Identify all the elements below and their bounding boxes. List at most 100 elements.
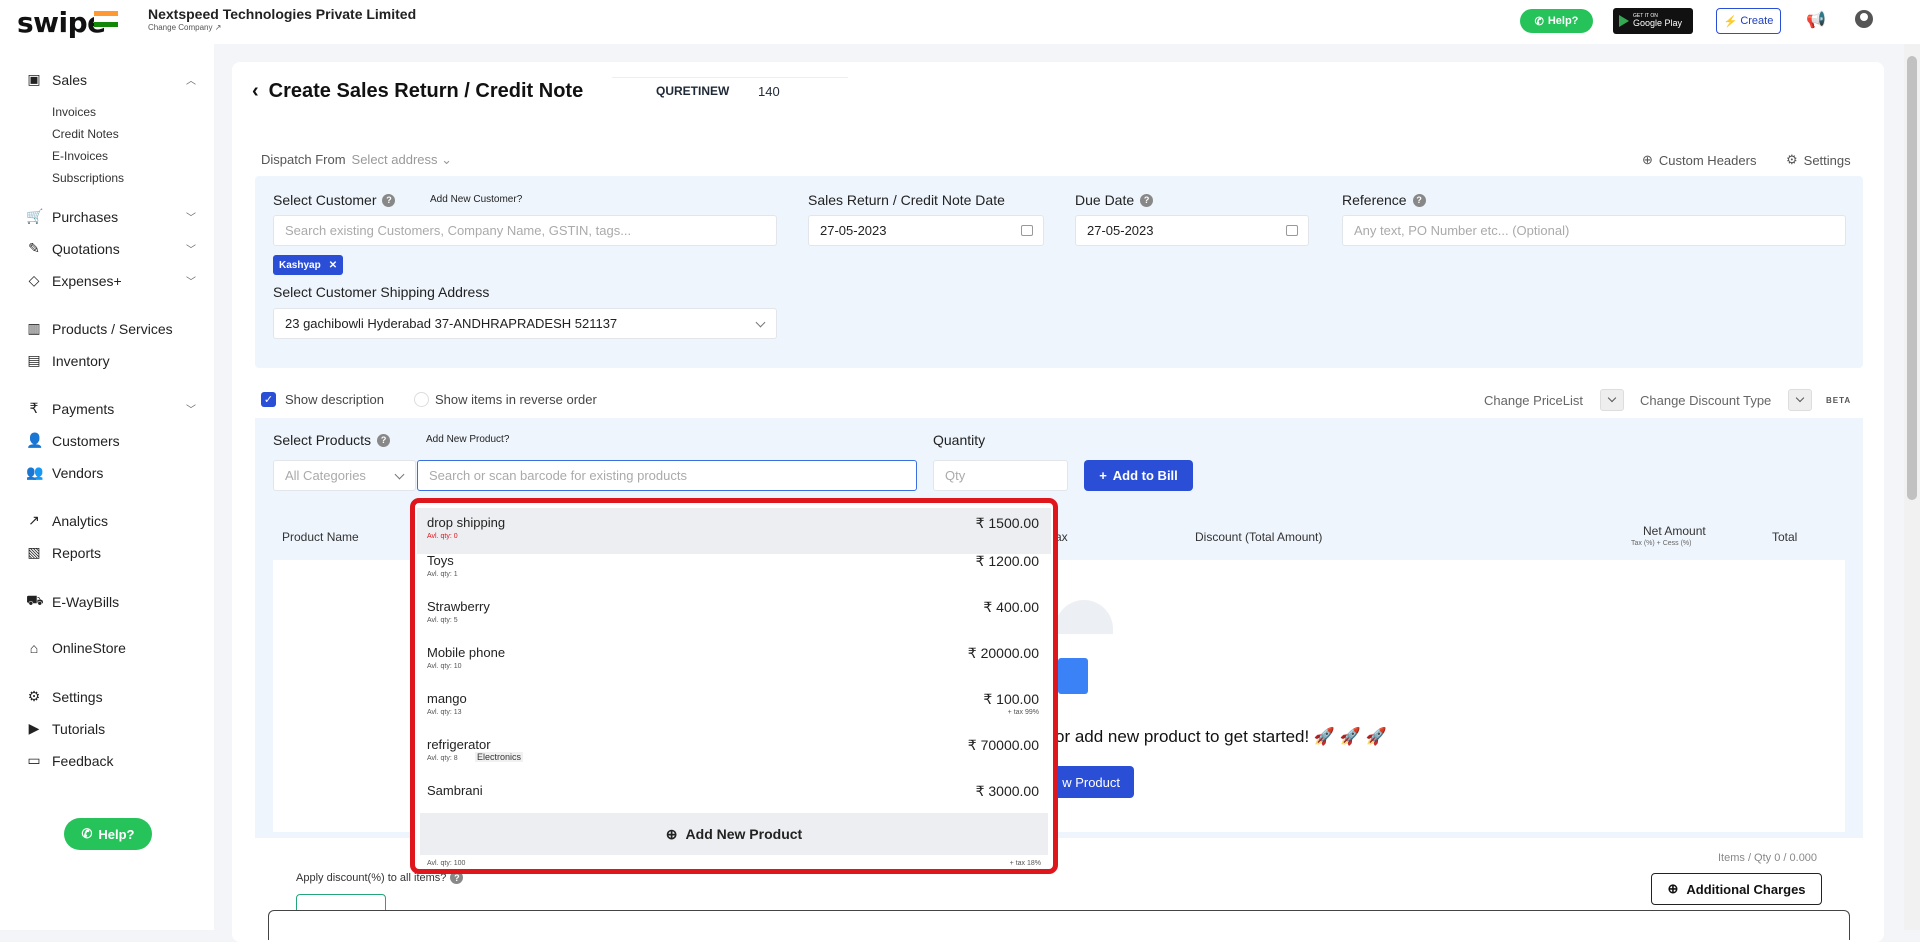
product-search-input[interactable]: Search or scan barcode for existing prod…: [417, 460, 917, 491]
calendar-icon: [1021, 225, 1033, 236]
help-icon[interactable]: ?: [377, 433, 391, 447]
quantity-input[interactable]: Qty: [933, 460, 1068, 491]
dropdown-item[interactable]: mango Avl. qty: 13 ₹ 100.00 + tax 99%: [417, 684, 1051, 730]
sidebar-sub-subscriptions[interactable]: Subscriptions: [52, 171, 124, 185]
create-button[interactable]: ⚡ Create: [1716, 8, 1781, 34]
plus-circle-icon: ⊕: [665, 825, 678, 842]
sidebar-item-reports[interactable]: ▧ Reports: [26, 544, 196, 561]
sidebar-item-sales[interactable]: ▣ Sales ︿: [26, 71, 196, 88]
swipe-logo[interactable]: swipe: [17, 6, 106, 39]
customer-search-input[interactable]: Search existing Customers, Company Name,…: [273, 215, 777, 246]
quantity-label: Quantity: [933, 432, 986, 448]
reverse-order-toggle[interactable]: [414, 392, 429, 407]
sidebar-sub-invoices[interactable]: Invoices: [52, 105, 96, 119]
pricelist-dropdown[interactable]: [1600, 389, 1624, 411]
close-icon[interactable]: ✕: [329, 260, 337, 271]
sidebar-sub-e-invoices[interactable]: E-Invoices: [52, 149, 108, 163]
due-date-input[interactable]: 27-05-2023: [1075, 215, 1309, 246]
gear-icon: ⚙: [1786, 152, 1798, 167]
doc-prefix[interactable]: QURETINEW: [656, 84, 729, 98]
shipping-address-select[interactable]: 23 gachibowli Hyderabad 37-ANDHRAPRADESH…: [273, 308, 777, 339]
additional-charges-button[interactable]: ⊕ Additional Charges: [1651, 873, 1822, 905]
items-qty-summary: Items / Qty 0 / 0.000: [1718, 852, 1818, 864]
sidebar-help-button[interactable]: ✆ Help?: [64, 818, 152, 850]
dropdown-add-new-product[interactable]: ⊕ Add New Product: [420, 813, 1048, 855]
help-icon[interactable]: ?: [382, 193, 396, 207]
whatsapp-icon: ✆: [1534, 15, 1544, 28]
col-net-amount-sub: Tax (%) + Cess (%): [1631, 540, 1692, 547]
sidebar-item-payments[interactable]: ₹ Payments ﹀: [26, 400, 196, 417]
customer-tag[interactable]: Kashyap ✕: [273, 255, 344, 275]
help-icon[interactable]: ?: [1412, 193, 1426, 207]
discount-type-dropdown[interactable]: [1788, 389, 1812, 411]
dropdown-item[interactable]: Mobile phone Avl. qty: 10 ₹ 20000.00: [417, 638, 1051, 684]
show-description-label: Show description: [285, 392, 384, 407]
sidebar-item-ewaybills[interactable]: ⛟ E-WayBills: [26, 592, 196, 611]
chevron-down-icon: ﹀: [186, 245, 196, 256]
pen-icon: ✎: [28, 240, 40, 256]
sidebar-item-vendors[interactable]: 👥 Vendors: [26, 464, 196, 481]
sidebar-item-analytics[interactable]: ↗ Analytics: [26, 512, 196, 529]
add-to-bill-button[interactable]: + Add to Bill: [1084, 460, 1193, 491]
google-play-badge[interactable]: GET IT ON Google Play: [1613, 8, 1693, 34]
truck-icon: ⛟: [26, 592, 44, 608]
sidebar-item-customers[interactable]: 👤 Customers: [26, 432, 196, 449]
doc-number[interactable]: 140: [758, 84, 780, 99]
dropdown-item[interactable]: refrigerator Avl. qty: 8 Electronics ₹ 7…: [417, 730, 1051, 776]
plus-icon: +: [1099, 468, 1107, 483]
sidebar-item-quotations[interactable]: ✎ Quotations ﹀: [26, 240, 196, 257]
people-icon: 👥: [26, 464, 44, 480]
dropdown-footer-qty: Avl. qty: 100: [427, 860, 466, 867]
chevron-down-icon: [755, 317, 766, 328]
settings-link[interactable]: ⚙ Settings: [1786, 152, 1851, 168]
sidebar-item-purchases[interactable]: 🛒 Purchases ﹀: [26, 208, 196, 225]
sidebar-item-inventory[interactable]: ▤ Inventory: [26, 352, 196, 369]
cart-icon: 🛒: [26, 208, 44, 224]
select-customer-label: Select Customer?: [273, 192, 396, 208]
user-avatar-icon[interactable]: [1855, 10, 1873, 28]
back-arrow-icon[interactable]: ‹: [252, 80, 259, 103]
change-company-link[interactable]: Change Company ↗: [148, 23, 221, 32]
page-scrollbar-thumb[interactable]: [1907, 56, 1917, 500]
chevron-down-icon: ﹀: [186, 213, 196, 224]
sidebar-item-products[interactable]: ▥ Products / Services: [26, 320, 196, 337]
dropdown-item[interactable]: Toys Avl. qty: 1 ₹ 1200.00: [417, 546, 1051, 592]
product-search-dropdown: drop shipping Avl. qty: 0 ₹ 1500.00 Toys…: [410, 498, 1058, 874]
help-icon[interactable]: ?: [1140, 193, 1154, 207]
sidebar-item-tutorials[interactable]: ▶ Tutorials: [26, 720, 196, 737]
doc-number-divider: [612, 77, 848, 78]
megaphone-icon[interactable]: 📢: [1806, 10, 1826, 30]
due-date-label: Due Date?: [1075, 192, 1154, 208]
sidebar-item-feedback[interactable]: ▭ Feedback: [26, 752, 196, 769]
return-date-input[interactable]: 27-05-2023: [808, 215, 1044, 246]
sidebar: ▣ Sales ︿ Invoices Credit Notes E-Invoices…: [0, 44, 214, 930]
show-description-checkbox[interactable]: ✓: [261, 392, 276, 407]
empty-state-message: or add new product to get started! 🚀 🚀 🚀: [1055, 727, 1387, 746]
add-new-product-link[interactable]: Add New Product?: [426, 434, 509, 445]
reverse-order-label: Show items in reverse order: [435, 392, 597, 407]
cash-icon: ▣: [27, 71, 41, 87]
sidebar-item-expenses[interactable]: ◇ Expenses+ ﹀: [26, 272, 196, 289]
select-products-label: Select Products?: [273, 432, 391, 448]
reference-input[interactable]: Any text, PO Number etc... (Optional): [1342, 215, 1846, 246]
chevron-down-icon: ﹀: [186, 405, 196, 416]
report-icon: ▧: [27, 544, 41, 560]
calendar-icon: [1286, 225, 1298, 236]
categories-select[interactable]: All Categories: [273, 460, 416, 491]
sidebar-item-onlinestore[interactable]: ⌂ OnlineStore: [26, 640, 196, 656]
barcode-icon: ▥: [27, 320, 41, 336]
shipping-address-label: Select Customer Shipping Address: [273, 284, 490, 300]
change-discount-label: Change Discount Type: [1640, 393, 1772, 408]
dispatch-from[interactable]: Dispatch From Select address ⌄: [261, 152, 452, 168]
custom-headers-link[interactable]: ⊕ Custom Headers: [1642, 152, 1756, 168]
sidebar-item-settings[interactable]: ⚙ Settings: [26, 688, 196, 705]
plus-circle-icon: ⊕: [1642, 152, 1653, 167]
lightning-icon: ⚡: [1723, 15, 1738, 28]
dropdown-item[interactable]: Strawberry Avl. qty: 5 ₹ 400.00: [417, 592, 1051, 638]
sidebar-sub-credit-notes[interactable]: Credit Notes: [52, 127, 119, 141]
add-new-customer-link[interactable]: Add New Customer?: [430, 194, 522, 205]
play-icon: [1619, 15, 1629, 27]
help-button[interactable]: ✆ Help?: [1520, 9, 1593, 33]
tag-icon: ◇: [28, 272, 40, 288]
return-date-label: Sales Return / Credit Note Date: [808, 192, 1005, 208]
